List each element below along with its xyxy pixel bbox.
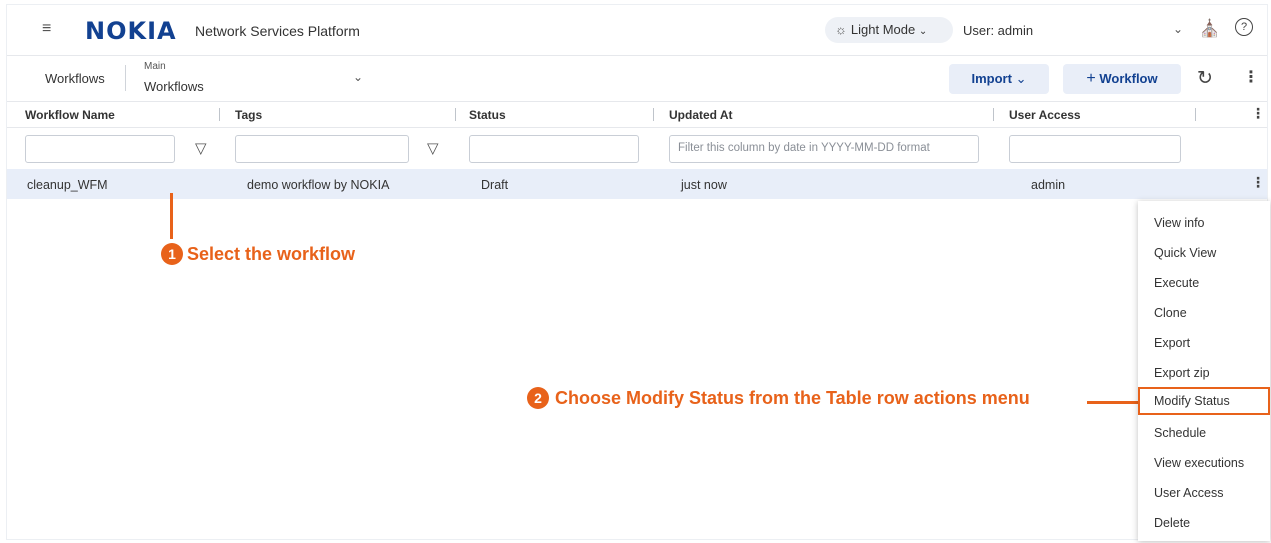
cell-tags: demo workflow by NOKIA [247, 178, 390, 192]
column-divider [993, 108, 994, 121]
annotation-pointer-line [170, 193, 173, 239]
toolbar: Workflows Main Workflows ⌄ Import ⌄ + Wo… [7, 55, 1267, 102]
menu-item-modify-status[interactable]: Modify Status [1138, 387, 1270, 415]
breadcrumb-context: Main [144, 61, 166, 72]
nokia-logo: NOKIA [85, 17, 177, 45]
user-label: User: admin [963, 23, 1034, 38]
help-icon[interactable]: ? [1235, 18, 1253, 36]
refresh-icon[interactable]: ↻ [1197, 67, 1213, 90]
column-options-kebab-icon[interactable]: ⋮ [1251, 105, 1265, 122]
app-name: Network Services Platform [195, 23, 360, 39]
add-workflow-label: Workflow [1099, 71, 1158, 86]
menu-item-clone[interactable]: Clone [1138, 299, 1270, 327]
top-bar: ≡ NOKIA Network Services Platform ☼ Light… [7, 5, 1267, 56]
breadcrumb-chevron-icon[interactable]: ⌄ [353, 70, 363, 84]
menu-item-quick-view[interactable]: Quick View [1138, 239, 1270, 267]
cell-status: Draft [481, 178, 509, 192]
breadcrumb-divider [125, 65, 126, 91]
cell-user-access: admin [1031, 178, 1066, 192]
add-workflow-button[interactable]: + Workflow [1063, 64, 1181, 94]
workflow-name-filter-input[interactable] [25, 135, 175, 163]
breadcrumb-current[interactable]: Workflows [144, 79, 204, 94]
tags-filter-input[interactable] [235, 135, 409, 163]
menu-item-export[interactable]: Export [1138, 329, 1270, 357]
filter-row: ▽ ▽ Filter this column by date in YYYY-M… [7, 127, 1267, 169]
breadcrumb-root[interactable]: Workflows [45, 71, 105, 86]
table-header: Workflow Name Tags Status Updated At Use… [7, 101, 1267, 128]
step-1-annotation: Select the workflow [187, 244, 356, 264]
chevron-down-icon: ⌄ [1015, 71, 1027, 86]
step-2-badge: 2 [527, 387, 549, 409]
kebab-icon[interactable]: ⋮ [1243, 67, 1259, 87]
menu-item-user-access[interactable]: User Access [1138, 479, 1270, 507]
light-mode-label: Light Mode [850, 22, 916, 37]
user-menu-chevron-icon[interactable]: ⌄ [1173, 22, 1183, 36]
annotation-pointer-line [1087, 401, 1139, 404]
column-divider [455, 108, 456, 121]
step-1-badge: 1 [161, 243, 183, 265]
column-header-workflow-name[interactable]: Workflow Name [25, 108, 115, 122]
app-frame: ≡ NOKIA Network Services Platform ☼ Light… [6, 4, 1270, 541]
filter-funnel-icon[interactable]: ▽ [195, 139, 207, 157]
column-header-user-access[interactable]: User Access [1009, 108, 1081, 122]
sun-icon: ☼ [835, 22, 847, 37]
menu-item-view-executions[interactable]: View executions [1138, 449, 1270, 477]
menu-item-export-zip[interactable]: Export zip [1138, 359, 1270, 387]
light-mode-toggle[interactable]: ☼ Light Mode ⌄ [825, 17, 953, 43]
import-button[interactable]: Import ⌄ [949, 64, 1049, 94]
filter-funnel-icon[interactable]: ▽ [427, 139, 439, 157]
menu-item-view-info[interactable]: View info [1138, 209, 1270, 237]
updated-at-filter-input[interactable]: Filter this column by date in YYYY-MM-DD… [669, 135, 979, 163]
column-header-updated-at[interactable]: Updated At [669, 108, 733, 122]
menu-item-delete[interactable]: Delete [1138, 509, 1270, 537]
table-row[interactable]: cleanup_WFM demo workflow by NOKIA Draft… [7, 169, 1267, 199]
column-header-tags[interactable]: Tags [235, 108, 262, 122]
column-divider [219, 108, 220, 121]
hamburger-icon[interactable]: ≡ [42, 20, 51, 38]
user-access-filter-input[interactable] [1009, 135, 1181, 163]
cell-workflow-name: cleanup_WFM [27, 178, 108, 192]
column-divider [653, 108, 654, 121]
column-header-status[interactable]: Status [469, 108, 506, 122]
menu-item-schedule[interactable]: Schedule [1138, 419, 1270, 447]
menu-item-execute[interactable]: Execute [1138, 269, 1270, 297]
column-divider [1195, 108, 1196, 121]
cell-updated-at: just now [681, 178, 727, 192]
chevron-down-icon: ⌄ [918, 26, 928, 37]
import-label: Import [971, 71, 1012, 86]
step-2-annotation: Choose Modify Status from the Table row … [555, 388, 1030, 408]
row-actions-kebab-icon[interactable]: ⋮ [1251, 174, 1265, 191]
basket-icon[interactable]: ⛪ [1199, 19, 1220, 39]
status-filter-input[interactable] [469, 135, 639, 163]
row-actions-menu: View info Quick View Execute Clone Expor… [1138, 201, 1270, 541]
plus-icon: + [1086, 70, 1096, 87]
